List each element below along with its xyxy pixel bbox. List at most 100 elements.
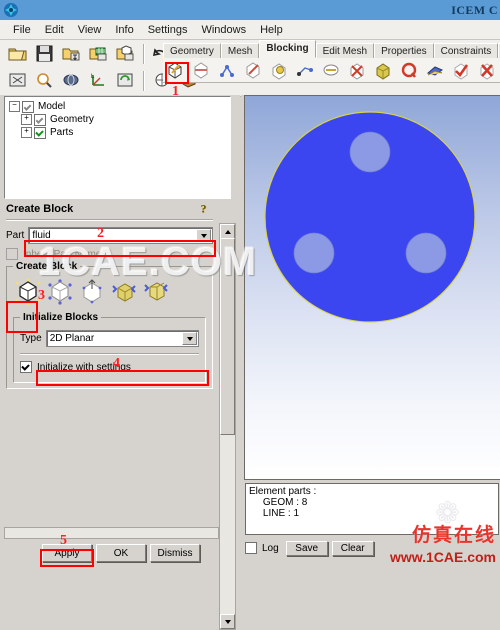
type-combo-value: 2D Planar (49, 333, 95, 344)
initialize-with-settings-row: Initialize with settings (20, 361, 199, 373)
initialize-with-settings-label: Initialize with settings (37, 361, 131, 373)
menu-bar: File Edit View Info Settings Windows Hel… (0, 20, 500, 40)
menu-item-edit[interactable]: Edit (38, 22, 71, 38)
tab-mesh[interactable]: Mesh (220, 43, 260, 58)
initialize-with-settings-checkbox[interactable] (20, 361, 32, 373)
initialize-blocks-icon[interactable] (13, 277, 43, 307)
toolbar-area: L Geometry Mesh Blocking Edit Mesh Prope… (0, 40, 500, 97)
blocking-toolbar (163, 58, 500, 83)
tab-properties[interactable]: Properties (374, 43, 434, 58)
tree-expander-icon[interactable]: + (21, 114, 32, 125)
main-area: − Model + Geometry + Parts Create Block … (0, 95, 500, 630)
menu-item-view[interactable]: View (71, 22, 109, 38)
tab-edit-mesh[interactable]: Edit Mesh (315, 43, 375, 58)
move-vertex-icon[interactable] (293, 58, 318, 82)
tree-node-label: Parts (50, 127, 74, 138)
message-toolbar: Log Save Clear (245, 539, 499, 557)
open-geometry-icon[interactable] (58, 41, 84, 66)
tree-checkbox[interactable] (34, 113, 46, 126)
window-title: ICEM C (451, 3, 498, 17)
scan-planes-icon[interactable] (422, 58, 447, 82)
create-block-icon[interactable] (163, 58, 188, 82)
menu-item-file[interactable]: File (6, 22, 38, 38)
chevron-down-icon[interactable] (196, 229, 211, 242)
tree-checkbox[interactable] (22, 100, 34, 113)
tree-checkbox[interactable] (34, 126, 46, 139)
zoom-box-icon[interactable] (31, 68, 57, 93)
lcs-axes-icon[interactable]: L (85, 68, 111, 93)
message-output[interactable]: Element parts : GEOM : 8 LINE : 1 (245, 483, 499, 535)
scroll-thumb[interactable] (220, 238, 235, 435)
associate-icon[interactable] (267, 58, 292, 82)
scroll-down-button[interactable] (220, 614, 235, 629)
open-blocking-icon[interactable] (112, 41, 138, 66)
initialize-blocks-group: Initialize Blocks Type 2D Planar Initial… (13, 312, 206, 383)
pre-mesh-params-icon[interactable] (370, 58, 395, 82)
2d-planar-block-icon[interactable] (141, 277, 171, 307)
tab-blocking[interactable]: Blocking (259, 40, 316, 58)
tree-node-model[interactable]: − Model (9, 100, 230, 113)
apply-button[interactable]: Apply (42, 544, 92, 562)
menu-item-windows[interactable]: Windows (194, 22, 253, 38)
tree-node-geometry[interactable]: + Geometry (9, 113, 230, 126)
panel-vertical-scrollbar[interactable] (219, 223, 236, 630)
fit-window-icon[interactable] (4, 68, 30, 93)
save-log-button[interactable]: Save (285, 540, 328, 556)
log-checkbox[interactable] (245, 542, 257, 554)
right-panel: Element parts : GEOM : 8 LINE : 1 Log Sa… (241, 95, 500, 567)
triangle-down-icon (224, 619, 231, 624)
chevron-down-icon[interactable] (182, 332, 197, 345)
split-block-icon[interactable] (189, 58, 214, 82)
type-label: Type (20, 333, 42, 344)
create-block-mode-icons (11, 275, 208, 311)
toolbar-separator-3 (143, 70, 145, 91)
subgroup-divider (20, 353, 199, 355)
create-block-panel: Create Block ? ? Part fluid Inherit Part… (4, 201, 215, 526)
open-project-icon[interactable] (4, 41, 30, 66)
main-tab-strip: Geometry Mesh Blocking Edit Mesh Propert… (163, 40, 500, 59)
tree-expander-icon[interactable]: − (9, 101, 20, 112)
inherit-part-name-checkbox[interactable] (6, 248, 18, 260)
rotate-view-icon[interactable] (58, 68, 84, 93)
menu-item-info[interactable]: Info (108, 22, 140, 38)
ok-button[interactable]: OK (96, 544, 146, 562)
part-combo[interactable]: fluid (28, 227, 213, 244)
model-tree[interactable]: − Model + Geometry + Parts (4, 96, 231, 199)
inherit-part-name-row: Inherit Part Name (6, 248, 213, 260)
svg-text:?: ? (201, 202, 207, 216)
part-combo-value: fluid (32, 230, 51, 241)
type-combo[interactable]: 2D Planar (45, 330, 199, 347)
type-row: Type 2D Planar (20, 330, 199, 347)
icem-cfd-window: ICEM C File Edit View Info Settings Wind… (0, 0, 500, 630)
create-block-group: Create Block Initialize Blocks Type 2D P… (6, 261, 213, 389)
open-mesh-icon[interactable] (85, 41, 111, 66)
clear-log-button[interactable]: Clear (331, 540, 374, 556)
help-question-icon[interactable]: ? ? (199, 202, 213, 217)
tab-constraints[interactable]: Constraints (433, 43, 499, 58)
edit-block-icon[interactable] (241, 58, 266, 82)
edit-edge-icon[interactable] (344, 58, 369, 82)
menu-item-settings[interactable]: Settings (141, 22, 195, 38)
create-block-from-vertices-icon[interactable] (77, 277, 107, 307)
scroll-up-button[interactable] (220, 224, 235, 239)
delete-block-icon[interactable] (474, 58, 499, 82)
2d-to-3d-icon[interactable] (45, 277, 75, 307)
transform-block-icon[interactable] (319, 58, 344, 82)
graphics-viewport[interactable] (244, 95, 500, 480)
extrude-face-icon[interactable] (109, 277, 139, 307)
inherit-part-name-label: Inherit Part Name (23, 248, 102, 260)
check-blocks-icon[interactable] (448, 58, 473, 82)
menu-item-help[interactable]: Help (253, 22, 290, 38)
merge-vertices-icon[interactable] (215, 58, 240, 82)
tree-node-parts[interactable]: + Parts (9, 126, 230, 139)
dismiss-button[interactable]: Dismiss (150, 544, 200, 562)
panel-title: Create Block (6, 203, 74, 215)
tree-expander-icon[interactable]: + (21, 127, 32, 138)
tab-geometry[interactable]: Geometry (163, 43, 221, 58)
left-panel: − Model + Geometry + Parts Create Block … (0, 95, 240, 630)
save-project-icon[interactable] (31, 41, 57, 66)
premesh-quality-icon[interactable] (396, 58, 421, 82)
panel-button-bar: Apply OK Dismiss (0, 532, 240, 567)
circular-plate-with-three-holes (264, 111, 476, 323)
refresh-view-icon[interactable] (112, 68, 138, 93)
